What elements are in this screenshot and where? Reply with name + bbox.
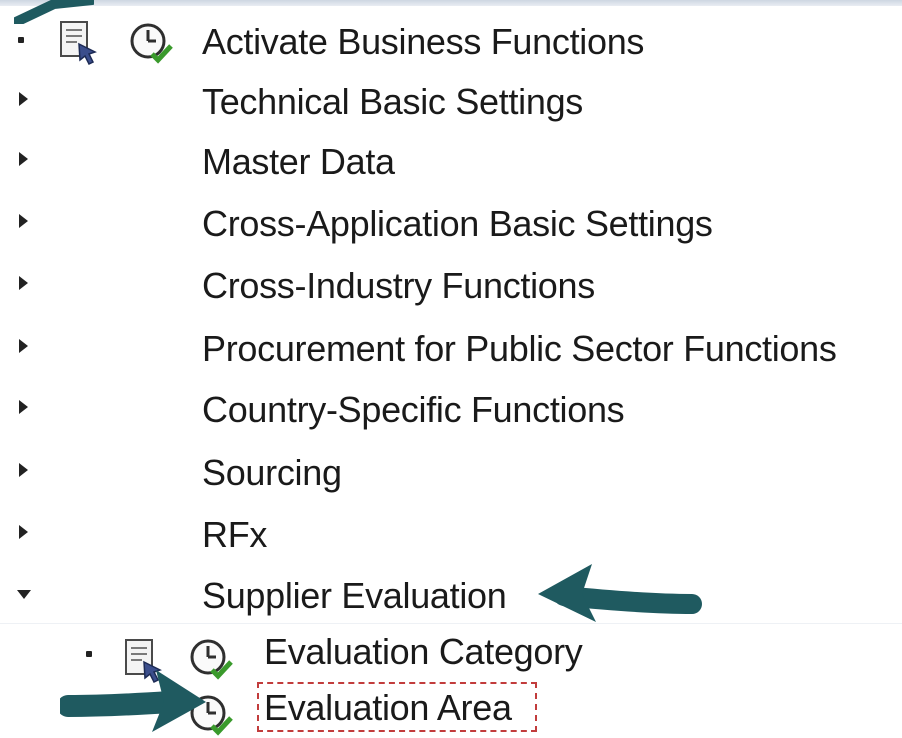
top-arrow-icon [14, 0, 94, 24]
tree-node-label[interactable]: Evaluation Area [264, 686, 512, 730]
expand-arrow-icon[interactable] [19, 400, 28, 414]
tree-node-label[interactable]: Sourcing [202, 451, 342, 495]
tree-node-label[interactable]: Procurement for Public Sector Functions [202, 327, 837, 371]
expand-arrow-icon[interactable] [19, 276, 28, 290]
tree-node-label[interactable]: Evaluation Category [264, 630, 583, 674]
expand-arrow-icon[interactable] [19, 214, 28, 228]
tree-node-label[interactable]: RFx [202, 513, 267, 557]
tree-node-cross-industry-functions[interactable]: Cross-Industry Functions [0, 258, 902, 314]
tree-node-technical-basic-settings[interactable]: Technical Basic Settings [0, 74, 902, 130]
expand-arrow-icon[interactable] [19, 152, 28, 166]
tree-node-sourcing[interactable]: Sourcing [0, 445, 902, 501]
evaluation-area-arrow-icon [60, 670, 206, 732]
documentation-icon[interactable] [55, 18, 103, 66]
expand-arrow-icon[interactable] [19, 92, 28, 106]
tree-node-activate-business-functions[interactable]: Activate Business Functions [0, 14, 902, 70]
tree-node-label[interactable]: Cross-Application Basic Settings [202, 202, 713, 246]
leaf-bullet-icon [18, 37, 24, 43]
expand-arrow-icon[interactable] [19, 339, 28, 353]
expand-arrow-icon[interactable] [19, 525, 28, 539]
expand-arrow-icon[interactable] [19, 463, 28, 477]
supplier-evaluation-arrow-icon [538, 564, 702, 622]
tree-node-label[interactable]: Country-Specific Functions [202, 388, 625, 432]
tree-node-rfx[interactable]: RFx [0, 507, 902, 563]
leaf-bullet-icon [86, 651, 92, 657]
tree-node-procurement-public-sector[interactable]: Procurement for Public Sector Functions [0, 321, 902, 377]
tree-node-label[interactable]: Master Data [202, 140, 395, 184]
img-tree: Activate Business Functions Technical Ba… [0, 0, 902, 736]
tree-node-cross-application-basic-settings[interactable]: Cross-Application Basic Settings [0, 196, 902, 252]
tree-node-master-data[interactable]: Master Data [0, 134, 902, 190]
execute-clock-icon[interactable] [128, 20, 174, 66]
tree-node-supplier-evaluation[interactable]: Supplier Evaluation [0, 568, 902, 624]
tree-node-label[interactable]: Supplier Evaluation [202, 574, 507, 618]
tree-node-label[interactable]: Cross-Industry Functions [202, 264, 595, 308]
collapse-arrow-icon[interactable] [17, 590, 31, 599]
tree-node-label[interactable]: Activate Business Functions [202, 20, 644, 64]
tree-node-country-specific-functions[interactable]: Country-Specific Functions [0, 382, 902, 438]
tree-node-label[interactable]: Technical Basic Settings [202, 80, 583, 124]
